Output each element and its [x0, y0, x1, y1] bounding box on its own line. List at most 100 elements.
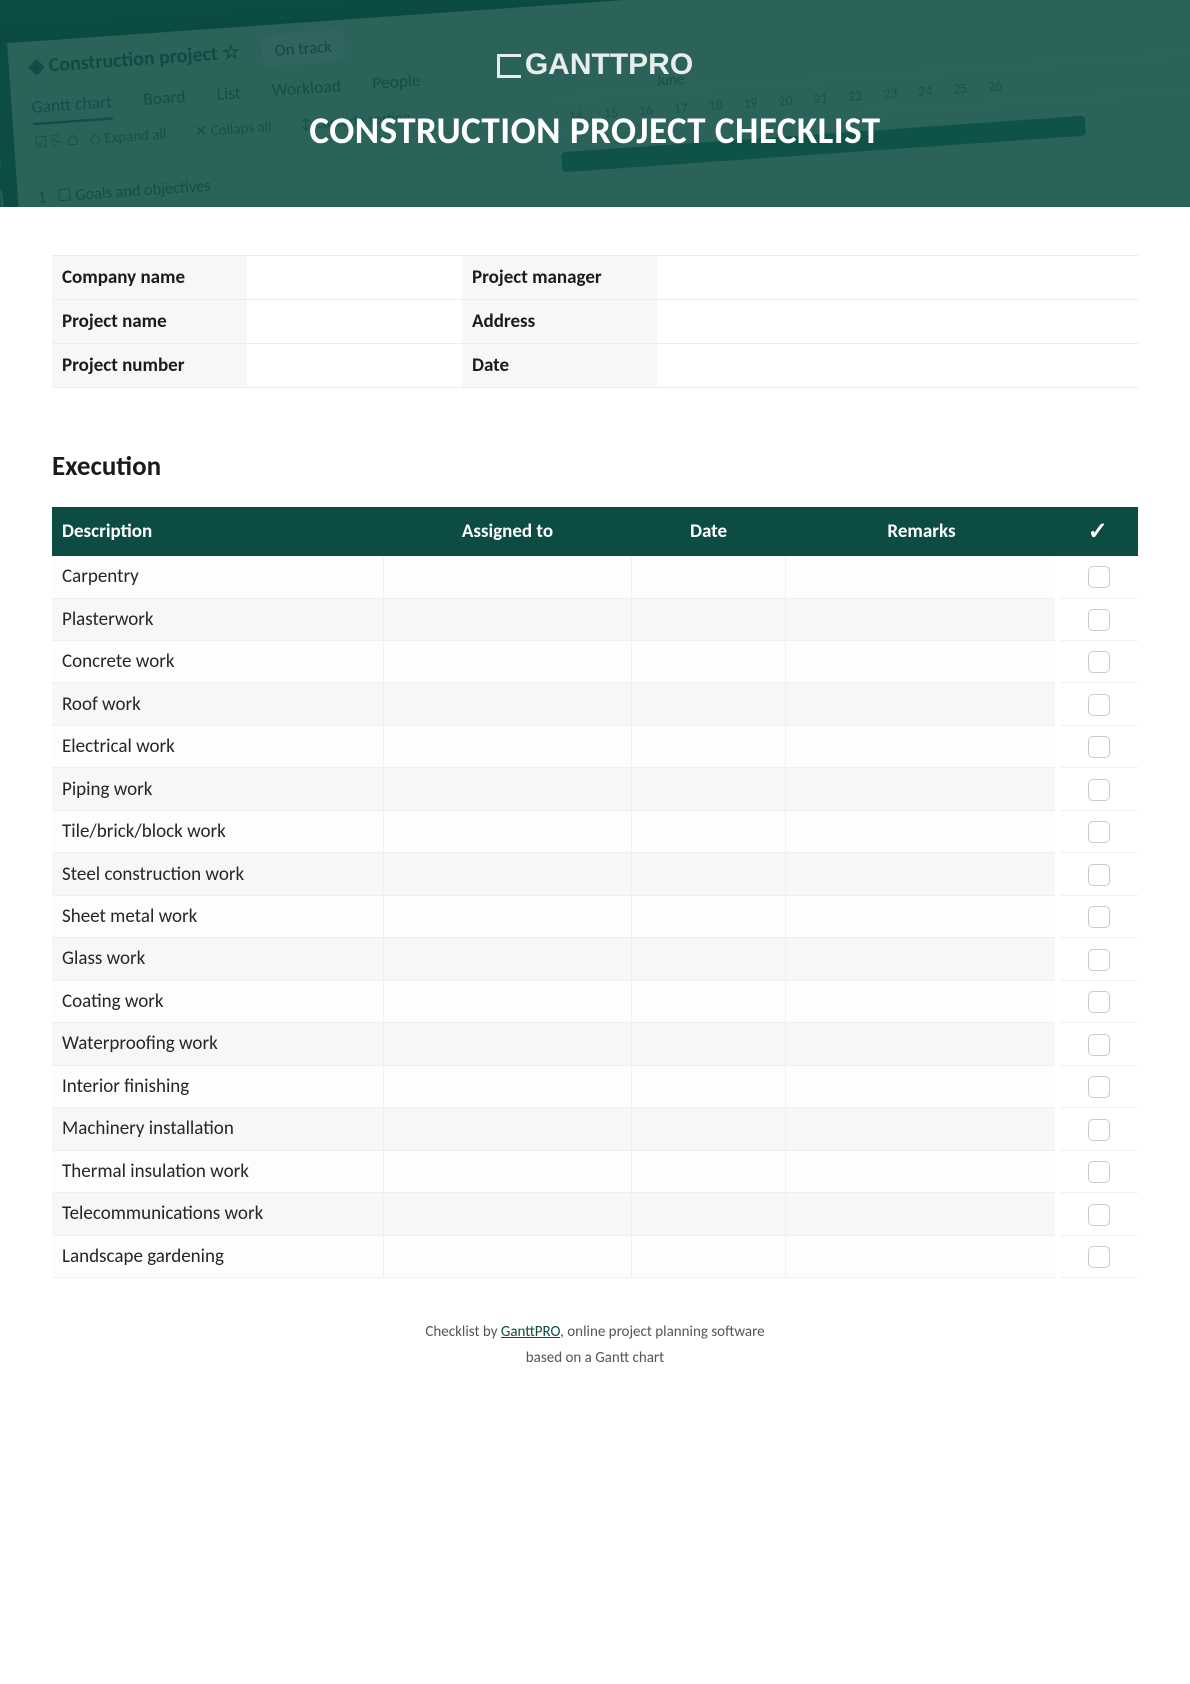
cell-assigned-input[interactable]	[383, 1065, 631, 1107]
cell-assigned-input[interactable]	[383, 556, 631, 598]
cell-description: Interior finishing	[52, 1065, 383, 1107]
cell-assigned-input[interactable]	[383, 1193, 631, 1235]
cell-description: Coating work	[52, 980, 383, 1022]
cell-date-input[interactable]	[632, 810, 786, 852]
checkbox[interactable]	[1088, 1076, 1110, 1098]
info-value-input[interactable]	[657, 300, 1138, 344]
project-info-table: Company nameProject managerProject nameA…	[52, 255, 1138, 388]
column-header-assigned: Assigned to	[383, 507, 631, 556]
info-value-input[interactable]	[247, 256, 462, 300]
cell-assigned-input[interactable]	[383, 1150, 631, 1192]
checklist-row: Sheet metal work	[52, 895, 1138, 937]
checklist-row: Machinery installation	[52, 1108, 1138, 1150]
checkbox[interactable]	[1088, 736, 1110, 758]
cell-assigned-input[interactable]	[383, 853, 631, 895]
footer-link-ganttpro[interactable]: GanttPRO	[501, 1323, 560, 1341]
cell-remarks-input[interactable]	[785, 683, 1057, 725]
cell-remarks-input[interactable]	[785, 598, 1057, 640]
cell-description: Waterproofing work	[52, 1023, 383, 1065]
checkbox[interactable]	[1088, 906, 1110, 928]
cell-date-input[interactable]	[632, 683, 786, 725]
cell-description: Tile/brick/block work	[52, 810, 383, 852]
cell-remarks-input[interactable]	[785, 725, 1057, 767]
checkbox[interactable]	[1088, 1034, 1110, 1056]
cell-date-input[interactable]	[632, 853, 786, 895]
checkbox[interactable]	[1088, 949, 1110, 971]
cell-description: Thermal insulation work	[52, 1150, 383, 1192]
cell-date-input[interactable]	[632, 1193, 786, 1235]
cell-assigned-input[interactable]	[383, 725, 631, 767]
cell-assigned-input[interactable]	[383, 683, 631, 725]
cell-remarks-input[interactable]	[785, 1065, 1057, 1107]
cell-date-input[interactable]	[632, 598, 786, 640]
checklist-row: Piping work	[52, 768, 1138, 810]
cell-remarks-input[interactable]	[785, 895, 1057, 937]
column-header-check: ✓	[1058, 507, 1138, 556]
cell-description: Machinery installation	[52, 1108, 383, 1150]
cell-assigned-input[interactable]	[383, 640, 631, 682]
cell-date-input[interactable]	[632, 556, 786, 598]
cell-remarks-input[interactable]	[785, 1108, 1057, 1150]
section-title-execution: Execution	[52, 450, 1138, 483]
cell-remarks-input[interactable]	[785, 1235, 1057, 1277]
cell-date-input[interactable]	[632, 1235, 786, 1277]
cell-remarks-input[interactable]	[785, 556, 1057, 598]
info-value-input[interactable]	[657, 344, 1138, 388]
cell-remarks-input[interactable]	[785, 1023, 1057, 1065]
checkbox[interactable]	[1088, 566, 1110, 588]
checkbox[interactable]	[1088, 779, 1110, 801]
checklist-row: Interior finishing	[52, 1065, 1138, 1107]
cell-date-input[interactable]	[632, 1150, 786, 1192]
info-value-input[interactable]	[247, 300, 462, 344]
checklist-row: Glass work	[52, 938, 1138, 980]
checkbox[interactable]	[1088, 651, 1110, 673]
cell-date-input[interactable]	[632, 895, 786, 937]
footer-text: , online project planning software	[560, 1323, 764, 1341]
info-value-input[interactable]	[247, 344, 462, 388]
cell-date-input[interactable]	[632, 725, 786, 767]
cell-remarks-input[interactable]	[785, 938, 1057, 980]
checkbox[interactable]	[1088, 1246, 1110, 1268]
checkbox[interactable]	[1088, 991, 1110, 1013]
checkbox[interactable]	[1088, 694, 1110, 716]
cell-date-input[interactable]	[632, 938, 786, 980]
checkbox[interactable]	[1088, 821, 1110, 843]
column-header-remarks: Remarks	[785, 507, 1057, 556]
page-title: CONSTRUCTION PROJECT CHECKLIST	[0, 108, 1190, 153]
checkbox[interactable]	[1088, 1161, 1110, 1183]
checkbox[interactable]	[1088, 864, 1110, 886]
cell-assigned-input[interactable]	[383, 980, 631, 1022]
cell-assigned-input[interactable]	[383, 598, 631, 640]
cell-remarks-input[interactable]	[785, 640, 1057, 682]
cell-remarks-input[interactable]	[785, 980, 1057, 1022]
cell-assigned-input[interactable]	[383, 768, 631, 810]
ganttpro-logo: GANTTPRO	[497, 48, 693, 82]
cell-assigned-input[interactable]	[383, 938, 631, 980]
cell-remarks-input[interactable]	[785, 1193, 1057, 1235]
cell-date-input[interactable]	[632, 980, 786, 1022]
checkbox[interactable]	[1088, 1204, 1110, 1226]
checklist-row: Roof work	[52, 683, 1138, 725]
info-row: Project number Date	[52, 344, 1138, 388]
cell-date-input[interactable]	[632, 1023, 786, 1065]
cell-description: Glass work	[52, 938, 383, 980]
cell-date-input[interactable]	[632, 768, 786, 810]
checkbox[interactable]	[1088, 1119, 1110, 1141]
checkbox[interactable]	[1088, 609, 1110, 631]
cell-remarks-input[interactable]	[785, 1150, 1057, 1192]
cell-assigned-input[interactable]	[383, 810, 631, 852]
cell-remarks-input[interactable]	[785, 768, 1057, 810]
cell-date-input[interactable]	[632, 640, 786, 682]
cell-assigned-input[interactable]	[383, 1108, 631, 1150]
cell-date-input[interactable]	[632, 1065, 786, 1107]
cell-assigned-input[interactable]	[383, 1235, 631, 1277]
info-label: Address	[462, 300, 657, 344]
cell-remarks-input[interactable]	[785, 853, 1057, 895]
info-label: Date	[462, 344, 657, 388]
info-value-input[interactable]	[657, 256, 1138, 300]
cell-date-input[interactable]	[632, 1108, 786, 1150]
cell-remarks-input[interactable]	[785, 810, 1057, 852]
info-label: Project number	[52, 344, 247, 388]
cell-assigned-input[interactable]	[383, 895, 631, 937]
cell-assigned-input[interactable]	[383, 1023, 631, 1065]
